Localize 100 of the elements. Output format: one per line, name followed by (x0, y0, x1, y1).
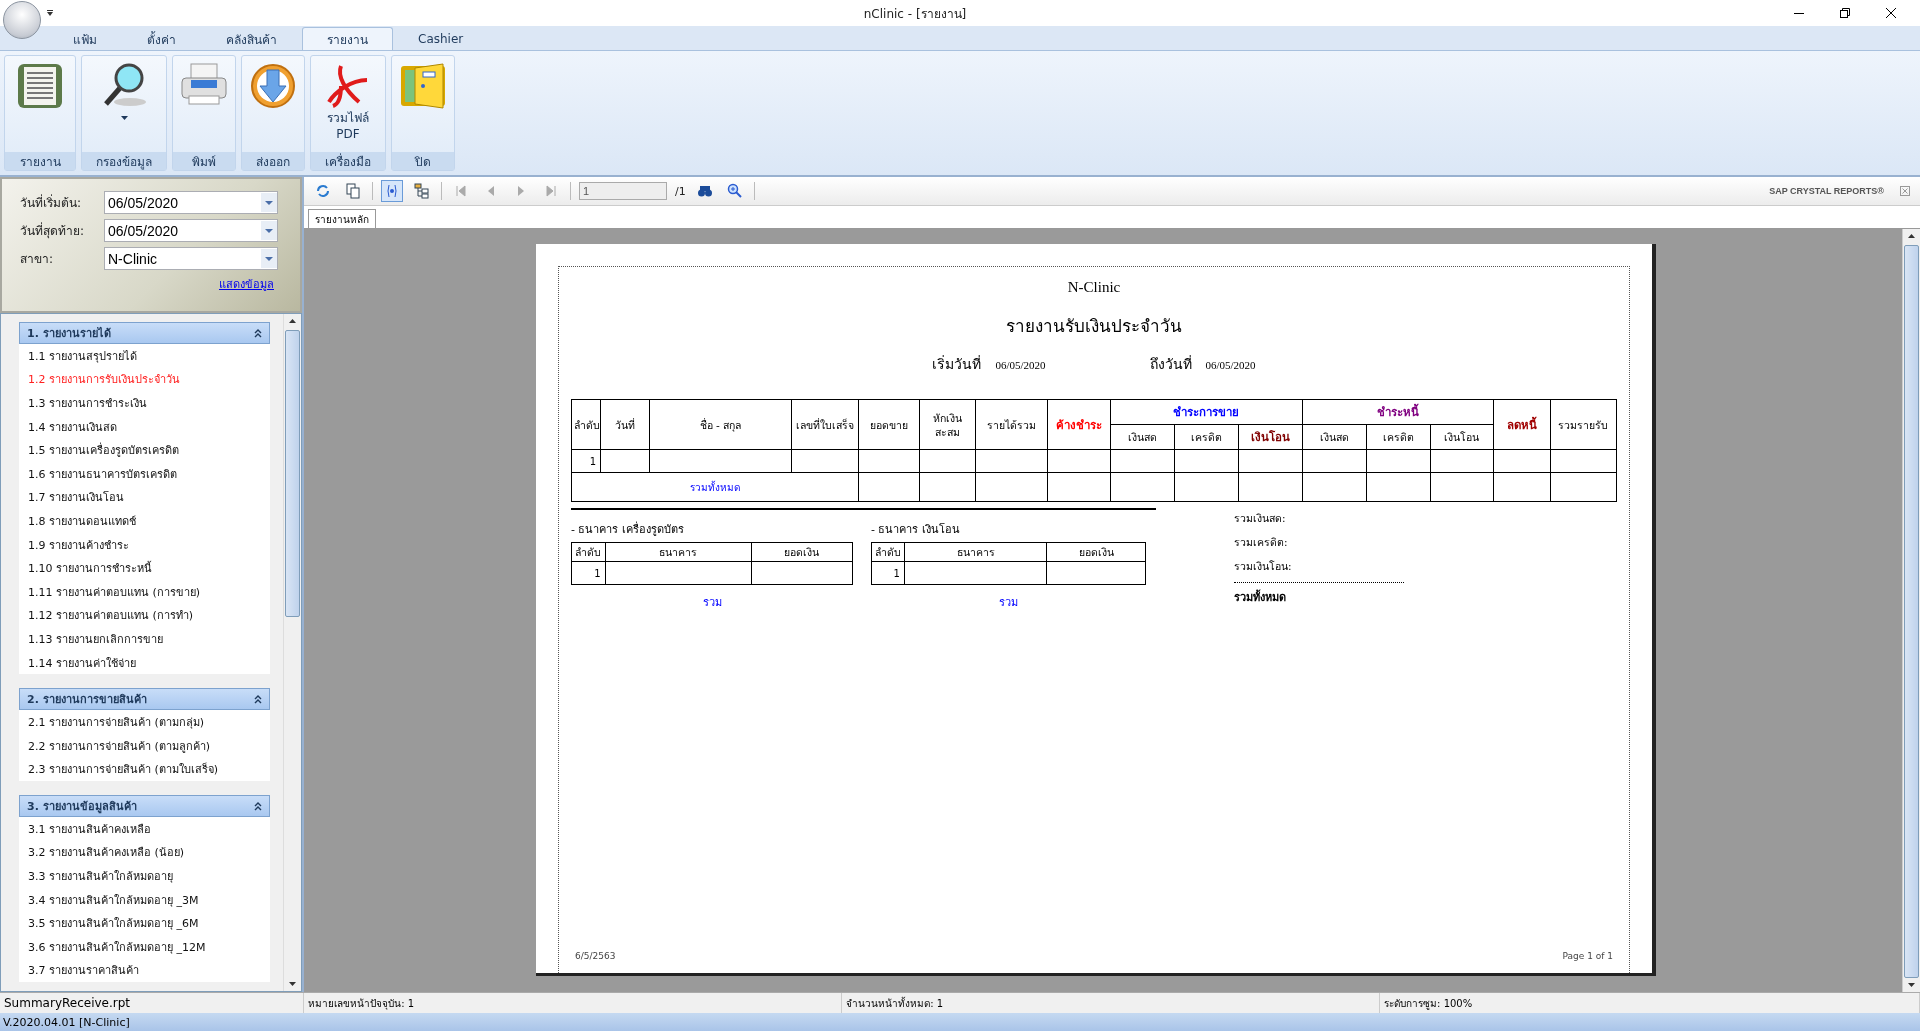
ribbon-tab[interactable]: Cashier (393, 27, 489, 50)
report-item[interactable]: 3.2 รายงานสินค้าคงเหลือ (น้อย) (19, 840, 270, 865)
scrollbar-thumb[interactable] (1904, 244, 1919, 979)
total-label: รวม (998, 595, 1019, 611)
report-item[interactable]: 3.1 รายงานสินค้าคงเหลือ (19, 817, 270, 841)
column-header: เงินสด (1128, 431, 1158, 443)
date-label: ถึงวันที่ (1149, 354, 1192, 374)
column-header: ลำดับ (571, 542, 606, 562)
collapse-icon (254, 801, 262, 811)
column-header: ลำดับ (871, 542, 905, 562)
column-header: ลดหนี้ (1506, 417, 1537, 432)
date-label: เริ่มวันที่ (932, 354, 982, 374)
column-header: รวมรายรับ (1558, 418, 1609, 431)
scrollbar-thumb[interactable] (285, 330, 300, 617)
company-name: N-Clinic (1067, 279, 1121, 296)
column-header: เงินสด (1319, 431, 1349, 443)
section-header[interactable]: 2. รายงานการขายสินค้า (19, 688, 270, 711)
report-item[interactable]: 1.5 รายงานเครื่องรูดบัตรเครดิต (19, 438, 270, 462)
scrollbar[interactable] (1902, 229, 1920, 992)
report-item[interactable]: 3.5 รายงานสินค้าใกล้หมดอายุ _6M (19, 911, 270, 936)
quick-access-caret-icon[interactable] (46, 9, 54, 17)
column-header: ค้างชำระ (1056, 417, 1103, 432)
field-label: วันที่เริ่มต้น: (20, 193, 83, 212)
summary-label: รวมเงินสด: (1234, 511, 1287, 526)
column-header: เงินโอน (1250, 430, 1290, 444)
report-item[interactable]: 1.9 รายงานค้างชำระ (19, 532, 270, 557)
column-header: ธนาคาร (904, 542, 1047, 562)
version-label: V.2020.04.01 [N-Clinic] (0, 1013, 1920, 1031)
report-title: รายงานรับเงินประจำวัน (1006, 316, 1182, 338)
page-number-field[interactable]: 1 (579, 182, 667, 200)
ribbon-tab[interactable]: คลังสินค้า (201, 27, 302, 50)
section-header[interactable]: 3. รายงานข้อมูลสินค้า (19, 795, 270, 818)
field-label: วันที่สุดท้าย: (20, 221, 86, 240)
group-label: รายงาน (5, 152, 75, 170)
report-item[interactable]: 2.3 รายงานการจ่ายสินค้า (ตามใบเสร็จ) (19, 757, 270, 782)
report-item[interactable]: 1.2 รายงานการรับเงินประจำวัน (19, 367, 270, 392)
column-header: ยอดขาย (870, 418, 909, 431)
show-data-link[interactable]: แสดงข้อมูล (219, 275, 274, 293)
report-item[interactable]: 1.11 รายงานค่าตอบแทน (การขาย) (19, 579, 270, 604)
report-item[interactable]: 3.3 รายงานสินค้าใกล้หมดอายุ (19, 864, 270, 888)
report-item[interactable]: 1.3 รายงานการชำระเงิน (19, 391, 270, 415)
date-dropdown[interactable]: 06/05/2020 (104, 191, 278, 214)
ribbon-button[interactable]: รวมไฟล์ PDF (311, 56, 385, 152)
summary-total: รวมทั้งหมด (1234, 582, 1404, 606)
date-value: 06/05/2020 (995, 359, 1046, 371)
app-orb-button[interactable] (3, 1, 41, 39)
report-item[interactable]: 1.4 รายงานเงินสด (19, 414, 270, 439)
table-cell: 1 (571, 561, 606, 585)
column-header: ธนาคาร (605, 542, 752, 562)
column-header: ชำระการขาย (1173, 405, 1240, 419)
date-dropdown[interactable]: N-Clinic (104, 247, 278, 270)
report-item[interactable]: 2.1 รายงานการจ่ายสินค้า (ตามกลุ่ม) (19, 710, 270, 734)
date-dropdown[interactable]: 06/05/2020 (104, 219, 278, 242)
group-label: ส่งออก (242, 152, 304, 170)
bank-table-title: - ธนาคาร เงินโอน (871, 522, 961, 538)
restore-icon[interactable] (1840, 8, 1850, 18)
column-header: ชำระหนี้ (1376, 405, 1419, 419)
column-header: เครดิต (1382, 431, 1414, 443)
report-item[interactable]: 3.4 รายงานสินค้าใกล้หมดอายุ _3M (19, 887, 270, 912)
page-indicator: Page 1 of 1 (1562, 951, 1613, 961)
ribbon-tab[interactable]: ตั้งค่า (122, 27, 201, 50)
print-date: 6/5/2563 (575, 951, 616, 961)
group-label: ปิด (392, 152, 454, 170)
report-icon (16, 62, 64, 110)
report-item[interactable]: 1.1 รายงานสรุปรายได้ (19, 344, 270, 368)
column-header: หักเงินสะสม (932, 411, 962, 438)
summary-label: รวมเงินโอน: (1234, 559, 1293, 574)
column-header: ลำดับ (574, 418, 600, 431)
ribbon-tab[interactable]: แฟ้ม (48, 27, 122, 50)
collapse-icon (254, 694, 262, 704)
collapse-icon (254, 328, 262, 338)
total-label: รวม (701, 595, 723, 611)
report-item[interactable]: 3.6 รายงานสินค้าใกล้หมดอายุ _12M (19, 935, 270, 959)
report-item[interactable]: 3.7 รายงานราคาสินค้า (19, 958, 270, 983)
report-item[interactable]: 1.14 รายงานค่าใช้จ่าย (19, 650, 270, 675)
date-value: 06/05/2020 (1205, 359, 1256, 371)
bank-table-title: - ธนาคาร เครื่องรูดบัตร (571, 520, 685, 538)
section-header[interactable]: 1. รายงานรายได้ (19, 322, 270, 344)
report-item[interactable]: 1.10 รายงานการชำระหนี้ (19, 556, 270, 580)
group-label: พิมพ์ (173, 152, 235, 170)
report-item[interactable]: 1.6 รายงานธนาคารบัตรเครดิต (19, 461, 270, 486)
table-cell: 1 (571, 449, 601, 473)
report-tab[interactable]: รายงานหลัก (308, 209, 376, 228)
report-item[interactable]: 1.12 รายงานค่าตอบแทน (การทำ) (19, 603, 270, 628)
report-item[interactable]: 1.13 รายงานยกเลิกการขาย (19, 627, 270, 651)
ribbon-tab[interactable]: รายงาน (302, 27, 393, 50)
window-title: nClinic - [รายงาน] (862, 5, 968, 23)
close-icon[interactable] (1886, 8, 1896, 18)
column-header: เงินโอน (1444, 431, 1480, 443)
page-total: /1 (675, 184, 686, 198)
report-item[interactable]: 1.8 รายงานดอนแทดช์ (19, 509, 270, 533)
download-icon (249, 62, 297, 110)
table-cell: 1 (871, 561, 905, 585)
scrollbar[interactable] (283, 314, 301, 991)
brand-label: SAP CRYSTAL REPORTS® (1769, 186, 1884, 196)
column-header: เครดิต (1191, 431, 1222, 443)
report-item[interactable]: 2.2 รายงานการจ่ายสินค้า (ตามลูกค้า) (19, 733, 270, 758)
group-label: กรองข้อมูล (82, 152, 166, 170)
column-header: ยอดเงิน (751, 542, 853, 562)
report-item[interactable]: 1.7 รายงานเงินโอน (19, 485, 270, 510)
